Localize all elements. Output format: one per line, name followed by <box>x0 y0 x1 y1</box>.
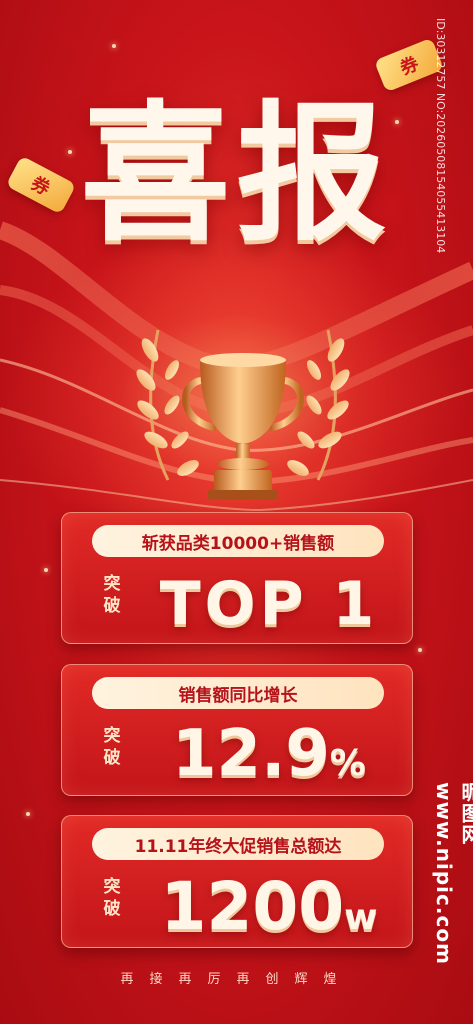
card-pill: 斩获品类10000+销售额 <box>92 525 384 557</box>
stat-card-total: 11.11年终大促销售总额达 突破 1200w <box>61 815 413 948</box>
stat-card-top1: 斩获品类10000+销售额 突破 TOP 1 <box>61 512 413 644</box>
stat-card-growth: 销售额同比增长 突破 12.9% <box>61 664 413 796</box>
trophy-icon <box>136 329 350 500</box>
sparkle <box>418 648 422 652</box>
card-pill: 销售额同比增长 <box>92 677 384 709</box>
footer-slogan: 再接再厉再创辉煌 <box>120 972 353 987</box>
sparkle <box>26 812 30 816</box>
watermark-brand: 昵图网 www.nipic.com <box>432 782 473 965</box>
stat-value: 1200w <box>160 868 378 945</box>
sparkle <box>44 568 48 572</box>
breakthrough-label: 突破 <box>103 877 121 919</box>
page-title: 喜报 <box>80 88 393 262</box>
breakthrough-label: 突破 <box>103 726 121 768</box>
stat-unit: w <box>344 897 378 938</box>
watermark-id: ID:30312757 NO:20260508154055413104 <box>434 18 447 254</box>
stat-value: TOP 1 <box>159 569 379 639</box>
stat-value: 12.9% <box>172 717 366 791</box>
sparkle <box>112 44 116 48</box>
card-pill: 11.11年终大促销售总额达 <box>92 828 384 860</box>
breakthrough-label: 突破 <box>103 574 121 616</box>
poster: 券 券 喜报 斩获品类10000+销售额 突破 TOP 1 销售额同比增长 突破… <box>0 0 473 1024</box>
stat-unit: % <box>329 743 366 784</box>
